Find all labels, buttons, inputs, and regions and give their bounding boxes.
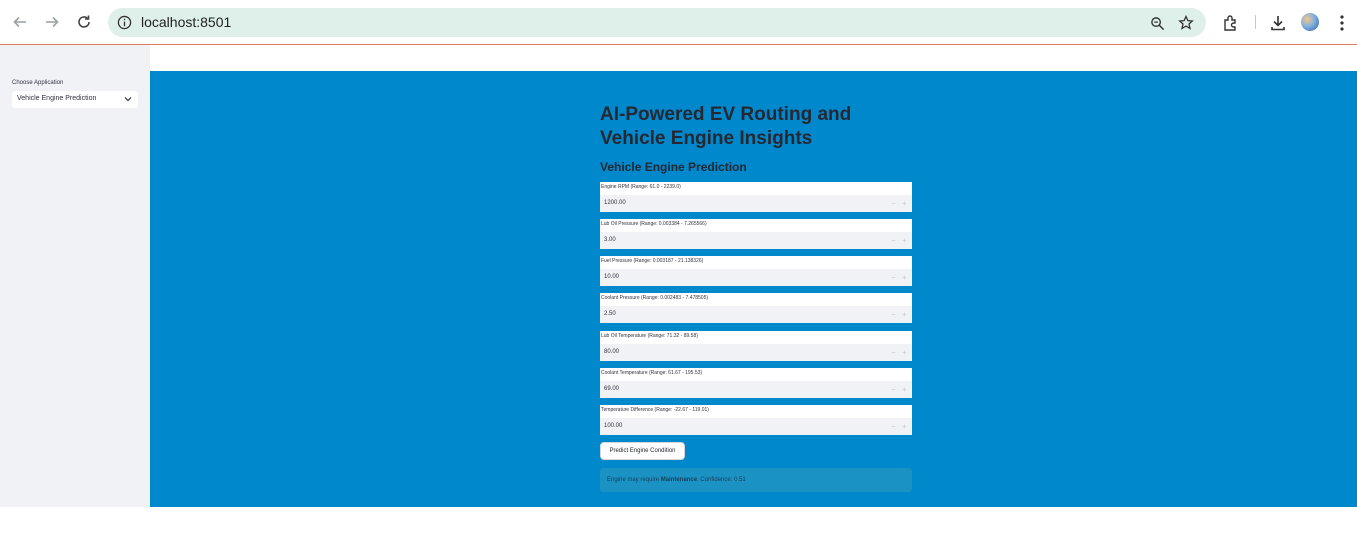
fuel-pressure-input[interactable]: 10.00 − + <box>600 269 912 286</box>
lub-oil-pressure-value: 3.00 <box>604 237 616 243</box>
increment-button[interactable]: + <box>900 310 909 319</box>
coolant-pressure-field: Coolant Pressure (Range: 0.002483 - 7.47… <box>600 293 912 323</box>
predict-engine-condition-button[interactable]: Predict Engine Condition <box>600 442 685 460</box>
increment-button[interactable]: + <box>900 422 909 431</box>
result-prefix: Engine may require <box>607 477 661 483</box>
zoom-icon[interactable] <box>1148 14 1166 32</box>
reload-icon[interactable] <box>74 12 94 32</box>
increment-button[interactable]: + <box>900 273 909 282</box>
coolant-pressure-label: Coolant Pressure (Range: 0.002483 - 7.47… <box>601 295 709 301</box>
fuel-pressure-value: 10.00 <box>604 274 620 280</box>
increment-button[interactable]: + <box>900 385 909 394</box>
url-text: localhost:8501 <box>141 14 232 30</box>
browser-toolbar: localhost:8501 <box>0 0 1357 45</box>
extensions-icon[interactable] <box>1220 12 1242 34</box>
application-select-value: Vehicle Engine Prediction <box>17 95 97 102</box>
temperature-difference-label: Temperature Difference (Range: -22.67 - … <box>601 407 709 413</box>
increment-button[interactable]: + <box>900 236 909 245</box>
forward-icon[interactable] <box>42 12 62 32</box>
engine-rpm-value: 1200.00 <box>604 200 626 206</box>
more-menu-icon[interactable] <box>1331 12 1353 34</box>
fuel-pressure-label: Fuel Pressure (Range: 0.003187 - 21.1383… <box>601 258 704 264</box>
temperature-difference-value: 100.00 <box>604 423 623 429</box>
decrement-button[interactable]: − <box>889 236 898 245</box>
engine-rpm-label: Engine RPM (Range: 61.0 - 2239.0) <box>601 184 681 190</box>
download-icon[interactable] <box>1267 12 1289 34</box>
back-icon[interactable] <box>10 12 30 32</box>
lub-oil-temperature-field: Lub Oil Temperature (Range: 71.32 - 89.5… <box>600 331 912 361</box>
lub-oil-pressure-field: Lub Oil Pressure (Range: 0.003384 - 7.26… <box>600 219 912 249</box>
temperature-difference-field: Temperature Difference (Range: -22.67 - … <box>600 405 912 435</box>
lub-oil-temperature-label: Lub Oil Temperature (Range: 71.32 - 89.5… <box>601 333 698 339</box>
decrement-button[interactable]: − <box>889 385 898 394</box>
prediction-result-alert: Engine may require Maintenance. Confiden… <box>600 468 912 492</box>
fuel-pressure-field: Fuel Pressure (Range: 0.003187 - 21.1383… <box>600 256 912 286</box>
chevron-down-icon <box>123 94 133 104</box>
coolant-pressure-input[interactable]: 2.50 − + <box>600 306 912 323</box>
decrement-button[interactable]: − <box>889 273 898 282</box>
prediction-result-text: Engine may require Maintenance. Confiden… <box>607 477 746 483</box>
increment-button[interactable]: + <box>900 348 909 357</box>
site-info-icon[interactable] <box>116 14 133 31</box>
coolant-temperature-input[interactable]: 69.00 − + <box>600 381 912 398</box>
choose-application-label: Choose Application <box>12 80 64 86</box>
decrement-button[interactable]: − <box>889 199 898 208</box>
sidebar: Choose Application Vehicle Engine Predic… <box>0 45 150 507</box>
coolant-temperature-label: Coolant Temperature (Range: 61.67 - 195.… <box>601 370 703 376</box>
toolbar-divider <box>1255 15 1256 29</box>
engine-rpm-input[interactable]: 1200.00 − + <box>600 195 912 212</box>
address-bar[interactable]: localhost:8501 <box>108 8 1206 37</box>
lub-oil-pressure-input[interactable]: 3.00 − + <box>600 232 912 249</box>
decrement-button[interactable]: − <box>889 422 898 431</box>
decrement-button[interactable]: − <box>889 310 898 319</box>
page-title: AI-Powered EV Routing and Vehicle Engine… <box>600 104 852 149</box>
coolant-temperature-field: Coolant Temperature (Range: 61.67 - 195.… <box>600 368 912 398</box>
main-area: AI-Powered EV Routing and Vehicle Engine… <box>150 71 1357 507</box>
engine-rpm-field: Engine RPM (Range: 61.0 - 2239.0) 1200.0… <box>600 182 912 212</box>
increment-button[interactable]: + <box>900 199 909 208</box>
coolant-temperature-value: 69.00 <box>604 386 620 392</box>
lub-oil-pressure-label: Lub Oil Pressure (Range: 0.003384 - 7.26… <box>601 221 707 227</box>
bookmark-star-icon[interactable] <box>1177 14 1195 32</box>
profile-avatar[interactable] <box>1301 13 1319 31</box>
section-subtitle: Vehicle Engine Prediction <box>600 160 747 174</box>
result-suffix: . Confidence: 0.51 <box>697 477 746 483</box>
result-status: Maintenance <box>660 477 698 483</box>
lub-oil-temperature-input[interactable]: 80.00 − + <box>600 344 912 361</box>
application-select[interactable]: Vehicle Engine Prediction <box>12 91 138 108</box>
decrement-button[interactable]: − <box>889 348 898 357</box>
main-header-strip <box>150 45 1357 71</box>
lub-oil-temperature-value: 80.00 <box>604 349 620 355</box>
coolant-pressure-value: 2.50 <box>604 311 616 317</box>
temperature-difference-input[interactable]: 100.00 − + <box>600 418 912 435</box>
